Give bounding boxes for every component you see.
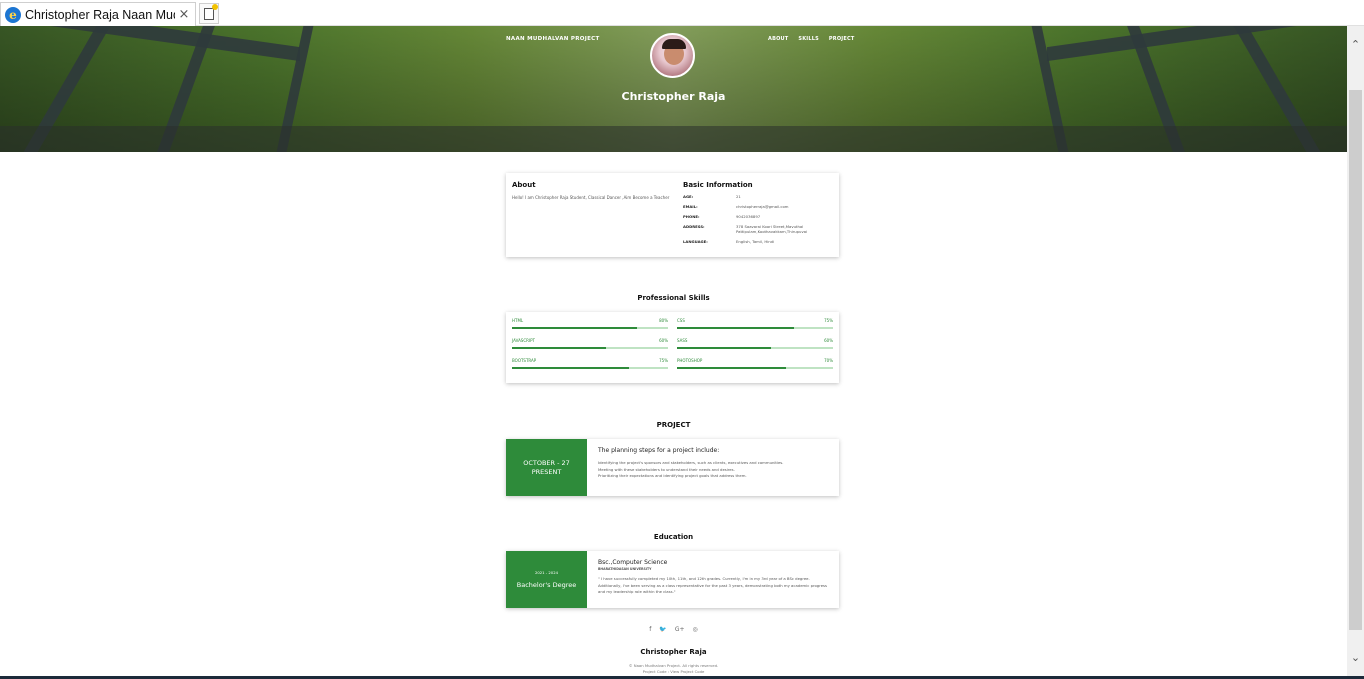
skill-item: PHOTOSHOP 70%: [677, 358, 833, 369]
education-description: " I have successfully completed my 10th,…: [598, 576, 827, 594]
skill-item: HTML 80%: [512, 318, 668, 329]
skill-item: CSS 75%: [677, 318, 833, 329]
skill-percent: 70%: [824, 358, 833, 363]
google-plus-icon[interactable]: G+: [675, 626, 685, 633]
skill-name: SASS: [677, 338, 688, 343]
skill-bar: [677, 347, 833, 349]
new-tab-icon: [204, 3, 218, 20]
skill-item: SASS 60%: [677, 338, 833, 349]
scroll-down-button[interactable]: ⌄: [1347, 649, 1364, 666]
skill-bar: [677, 367, 833, 369]
skill-name: HTML: [512, 318, 524, 323]
basic-info-heading: Basic Information: [683, 181, 753, 189]
nav-skills[interactable]: SKILLS: [798, 36, 819, 42]
info-value: 9042036897: [736, 214, 761, 219]
twitter-icon[interactable]: 🐦: [659, 626, 666, 633]
project-line: Prioritizing their expectations and iden…: [598, 473, 747, 478]
skill-fill: [512, 347, 606, 349]
info-value: 378 Saavarai Koori Street,Mavuthal Patti…: [736, 224, 808, 234]
info-label: AGE:: [683, 194, 694, 199]
tab-title: Christopher Raja Naan Mud...: [25, 7, 175, 22]
hero-name: Christopher Raja: [621, 90, 726, 103]
skill-percent: 60%: [659, 338, 668, 343]
instagram-icon[interactable]: ◎: [693, 626, 698, 633]
skill-fill: [677, 327, 794, 329]
info-label: EMAIL:: [683, 204, 698, 209]
education-institution: BHARATHIDASAN UNIVERSITY: [598, 567, 652, 571]
skill-item: BOOTSTRAP 75%: [512, 358, 668, 369]
scroll-thumb[interactable]: [1349, 90, 1362, 630]
new-tab-button[interactable]: [199, 3, 219, 24]
brand-link[interactable]: NAAN MUDHALVAN PROJECT: [506, 36, 600, 42]
project-description: Identifying the project's sponsors and s…: [598, 460, 832, 480]
skills-card: HTML 80% CSS 75% JAVASCRIPT 60% SASS 60% BOO…: [506, 312, 839, 383]
skill-fill: [677, 347, 771, 349]
project-title: The planning steps for a project include…: [598, 447, 720, 454]
nav-about[interactable]: ABOUT: [768, 36, 788, 42]
project-heading: PROJECT: [656, 421, 691, 429]
skill-bar: [512, 347, 668, 349]
about-heading: About: [512, 181, 536, 189]
info-value: 21: [736, 194, 741, 199]
info-label: ADDRESS:: [683, 224, 705, 229]
tab-close-button[interactable]: ×: [177, 7, 191, 22]
skill-bar: [512, 327, 668, 329]
project-date: OCTOBER - 27 PRESENT: [523, 458, 570, 476]
skill-name: CSS: [677, 318, 685, 323]
hero-banner: NAAN MUDHALVAN PROJECT ABOUT SKILLS PROJ…: [0, 26, 1347, 152]
skill-name: JAVASCRIPT: [512, 338, 535, 343]
footer-name: Christopher Raja: [640, 648, 707, 656]
project-card: OCTOBER - 27 PRESENT The planning steps …: [506, 439, 839, 496]
vertical-scrollbar[interactable]: ⌃ ⌄: [1347, 26, 1364, 676]
skill-percent: 60%: [824, 338, 833, 343]
education-degree: Bachelor's Degree: [516, 581, 577, 589]
skill-fill: [512, 367, 629, 369]
about-card: About Hello! I am Christopher Raja Stude…: [506, 173, 839, 257]
project-code-link[interactable]: Project Code : View Project Code: [0, 669, 1347, 675]
social-links: f 🐦 G+ ◎: [0, 626, 1347, 633]
skill-fill: [512, 327, 637, 329]
info-label: LANGUAGE:: [683, 239, 708, 244]
skill-percent: 75%: [824, 318, 833, 323]
education-heading: Education: [653, 533, 694, 541]
top-nav: ABOUT SKILLS PROJECT: [768, 36, 854, 42]
info-row-phone: PHONE: 9042036897: [683, 214, 833, 219]
skill-bar: [512, 367, 668, 369]
education-years: 2021 - 2024: [534, 570, 559, 575]
skill-percent: 80%: [659, 318, 668, 323]
skill-name: PHOTOSHOP: [677, 358, 703, 363]
info-row-age: AGE: 21: [683, 194, 833, 199]
education-title: Bsc.,Computer Science: [598, 559, 668, 566]
page-viewport: NAAN MUDHALVAN PROJECT ABOUT SKILLS PROJ…: [0, 26, 1347, 676]
skills-heading: Professional Skills: [637, 294, 710, 302]
skill-name: BOOTSTRAP: [512, 358, 537, 363]
education-date-panel: 2021 - 2024 Bachelor's Degree: [506, 551, 587, 608]
skill-percent: 75%: [659, 358, 668, 363]
skill-bar: [677, 327, 833, 329]
browser-tabstrip: e Christopher Raja Naan Mud... ×: [0, 0, 1364, 26]
browser-tab[interactable]: e Christopher Raja Naan Mud... ×: [0, 2, 196, 26]
info-row-language: LANGUAGE: English, Tamil, Hindi: [683, 239, 833, 244]
footer-copyright: © Naan Mudhalvan Project. All rights res…: [0, 663, 1347, 675]
internet-explorer-icon: e: [5, 6, 21, 23]
info-row-email: EMAIL: christopherraja@gmail.com: [683, 204, 833, 209]
about-text: Hello! I am Christopher Raja Student, Cl…: [512, 195, 670, 200]
skill-fill: [677, 367, 787, 369]
nav-project[interactable]: PROJECT: [829, 36, 855, 42]
skill-item: JAVASCRIPT 60%: [512, 338, 668, 349]
project-date-panel: OCTOBER - 27 PRESENT: [506, 439, 587, 496]
scroll-up-button[interactable]: ⌃: [1347, 36, 1364, 53]
info-value: christopherraja@gmail.com: [736, 204, 789, 209]
facebook-icon[interactable]: f: [649, 626, 651, 633]
info-label: PHONE:: [683, 214, 700, 219]
avatar: [650, 33, 695, 78]
education-card: 2021 - 2024 Bachelor's Degree Bsc.,Compu…: [506, 551, 839, 608]
info-value: English, Tamil, Hindi: [736, 239, 775, 244]
info-row-address: ADDRESS: 378 Saavarai Koori Street,Mavut…: [683, 224, 833, 234]
